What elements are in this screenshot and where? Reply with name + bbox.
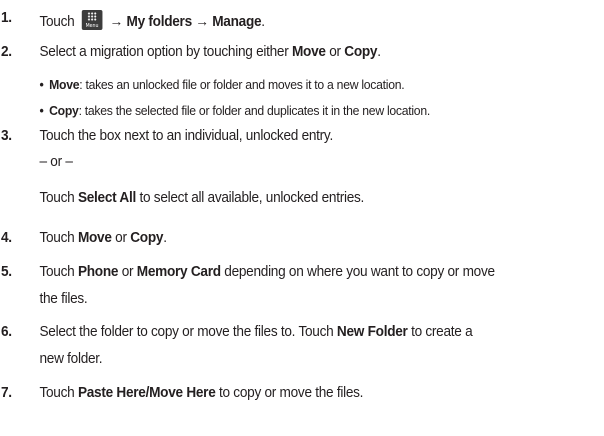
step-number: 6. bbox=[0, 324, 12, 340]
select-all-term: Select All bbox=[77, 190, 136, 206]
menu-icon-caption: Menu bbox=[85, 23, 99, 29]
step-number: 4. bbox=[0, 230, 12, 246]
bullet-icon: • bbox=[39, 103, 44, 118]
grid-dots bbox=[87, 12, 97, 21]
menu-icon: Menu bbox=[81, 10, 103, 30]
menu-path: → My folders → Manage bbox=[109, 14, 262, 30]
bullet-icon: • bbox=[39, 77, 44, 92]
step-number: 7. bbox=[0, 385, 12, 401]
step-number: 5. bbox=[0, 264, 12, 280]
instruction-page: 1. Touch Menu → My folders → Manage. 2. … bbox=[0, 10, 495, 401]
new-folder-term: New Folder bbox=[336, 324, 408, 340]
move-term: Move bbox=[291, 44, 326, 60]
step-text: Touch bbox=[39, 14, 75, 30]
copy-term: Copy bbox=[344, 44, 378, 60]
step-number: 3. bbox=[0, 128, 12, 144]
step-number: 2. bbox=[0, 44, 12, 60]
paste-here-term: Paste Here/Move Here bbox=[77, 385, 216, 401]
step-number: 1. bbox=[0, 10, 12, 26]
